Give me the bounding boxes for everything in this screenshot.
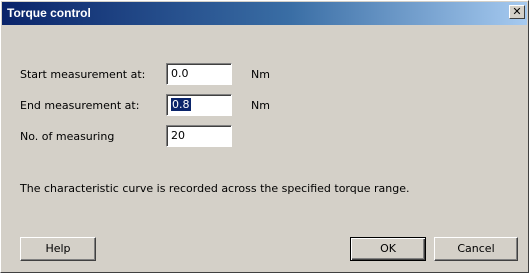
measuring-count-label: No. of measuring [20, 130, 115, 143]
end-measurement-value: 0.8 [171, 98, 191, 111]
torque-control-dialog: Torque control ✕ Start measurement at: 0… [0, 0, 529, 273]
start-measurement-input[interactable]: 0.0 [166, 63, 232, 85]
help-button[interactable]: Help [20, 237, 96, 261]
end-unit-label: Nm [251, 99, 270, 112]
end-measurement-input[interactable]: 0.8 [166, 94, 232, 116]
dialog-title: Torque control [7, 6, 91, 20]
start-unit-label: Nm [251, 68, 270, 81]
title-bar: Torque control ✕ [2, 2, 527, 25]
start-measurement-label: Start measurement at: [20, 68, 146, 81]
cancel-button[interactable]: Cancel [434, 237, 518, 261]
ok-button[interactable]: OK [350, 237, 426, 261]
info-text: The characteristic curve is recorded acr… [20, 182, 410, 195]
close-icon[interactable]: ✕ [509, 5, 525, 19]
end-measurement-label: End measurement at: [20, 99, 140, 112]
measuring-count-input[interactable]: 20 [166, 125, 232, 147]
